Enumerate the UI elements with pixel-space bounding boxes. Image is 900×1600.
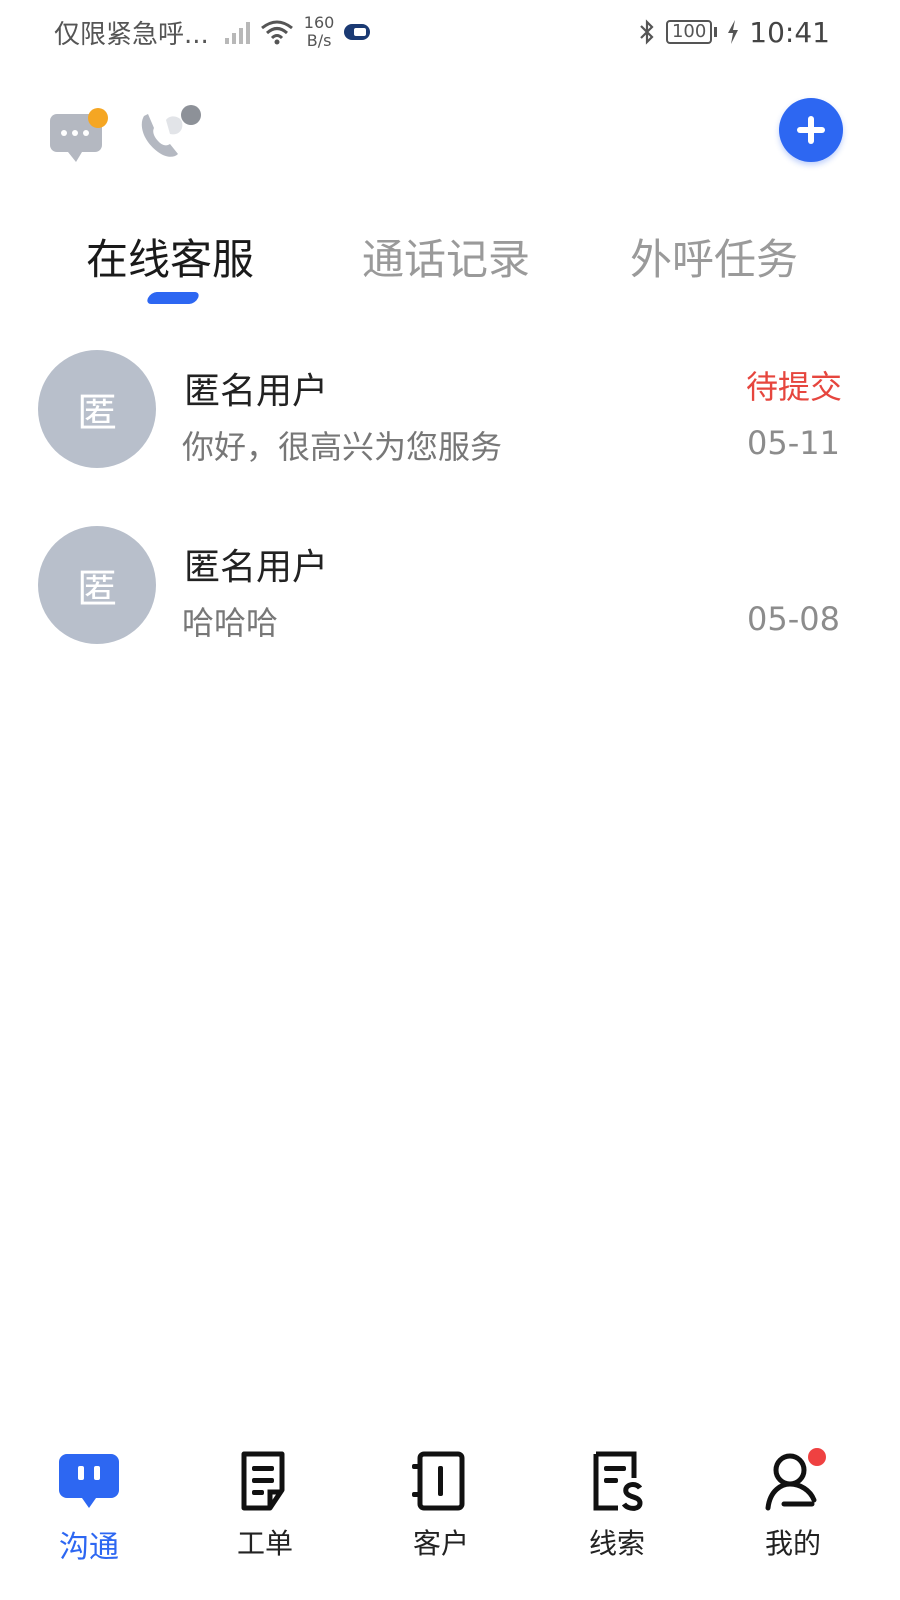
tab-outbound-tasks[interactable]: 外呼任务: [630, 226, 798, 287]
nav-label: 客户: [412, 1527, 469, 1560]
add-button[interactable]: [779, 98, 843, 162]
status-bar-right: 100 10:41: [638, 16, 830, 49]
conversation-list: 匿 匿名用户 你好，很高兴为您服务 待提交 05-11 匿 匿名用户 哈哈哈 0…: [0, 348, 900, 700]
nav-label: 线索: [588, 1527, 645, 1560]
nav-item-leads[interactable]: 线索: [557, 1448, 677, 1560]
conversation-date: 05-11: [747, 424, 840, 462]
chat-bubble-icon: [50, 108, 108, 162]
chat-icon: [56, 1448, 122, 1514]
tab-online-service[interactable]: 在线客服: [86, 226, 254, 287]
network-speed: 160 B/s: [304, 14, 335, 50]
active-tab-indicator: [145, 292, 201, 304]
bottom-navigation: 沟通 工单 客户 线索 我的: [0, 1440, 900, 1600]
nav-item-profile[interactable]: 我的: [733, 1448, 853, 1560]
notification-dot: [808, 1448, 826, 1466]
clock-time: 10:41: [749, 15, 830, 49]
customer-icon: [408, 1448, 474, 1514]
carrier-text: 仅限紧急呼...: [54, 19, 209, 50]
top-toolbar: [0, 90, 900, 170]
app-notification-icon: [344, 24, 371, 40]
conversation-name: 匿名用户: [184, 371, 329, 412]
plus-icon: [797, 116, 825, 144]
status-bar: 仅限紧急呼... 160 B/s 100 10:41: [0, 0, 900, 64]
nav-label: 我的: [764, 1527, 821, 1560]
profile-icon: [760, 1448, 826, 1514]
conversation-date: 05-08: [747, 600, 840, 638]
call-status-button[interactable]: [136, 104, 204, 168]
wifi-icon: [260, 20, 293, 45]
network-speed-value: 160: [303, 13, 335, 32]
online-chat-status-button[interactable]: [50, 108, 112, 172]
battery-level: 100: [671, 21, 707, 42]
status-badge: 待提交: [745, 368, 842, 406]
tab-call-records[interactable]: 通话记录: [362, 226, 530, 287]
battery-icon: 100: [665, 20, 713, 44]
battery-tip: [714, 27, 718, 37]
ticket-icon: [232, 1448, 298, 1514]
conversation-preview: 哈哈哈: [182, 604, 279, 642]
conversation-name: 匿名用户: [184, 547, 329, 588]
nav-item-customers[interactable]: 客户: [381, 1448, 501, 1560]
lead-icon: [584, 1448, 650, 1514]
network-speed-unit: B/s: [306, 31, 332, 50]
app-screen: 仅限紧急呼... 160 B/s 100 10:41 在线客服 通话记录 外呼任…: [0, 0, 900, 1600]
charging-icon: [728, 20, 739, 44]
status-bar-left: 仅限紧急呼... 160 B/s: [54, 14, 371, 51]
conversation-preview: 你好，很高兴为您服务: [182, 428, 503, 466]
avatar: 匿: [38, 350, 156, 468]
nav-item-chat[interactable]: 沟通: [29, 1448, 149, 1565]
nav-label: 工单: [236, 1527, 293, 1560]
nav-item-tickets[interactable]: 工单: [205, 1448, 325, 1560]
conversation-item[interactable]: 匿 匿名用户 你好，很高兴为您服务 待提交 05-11: [0, 348, 900, 524]
nav-label: 沟通: [59, 1530, 119, 1565]
avatar: 匿: [38, 526, 156, 644]
signal-icon: [224, 20, 250, 44]
bluetooth-icon: [640, 19, 654, 45]
phone-icon: [141, 105, 201, 157]
conversation-item[interactable]: 匿 匿名用户 哈哈哈 05-08: [0, 524, 900, 700]
tab-bar: 在线客服 通话记录 外呼任务: [0, 226, 900, 316]
